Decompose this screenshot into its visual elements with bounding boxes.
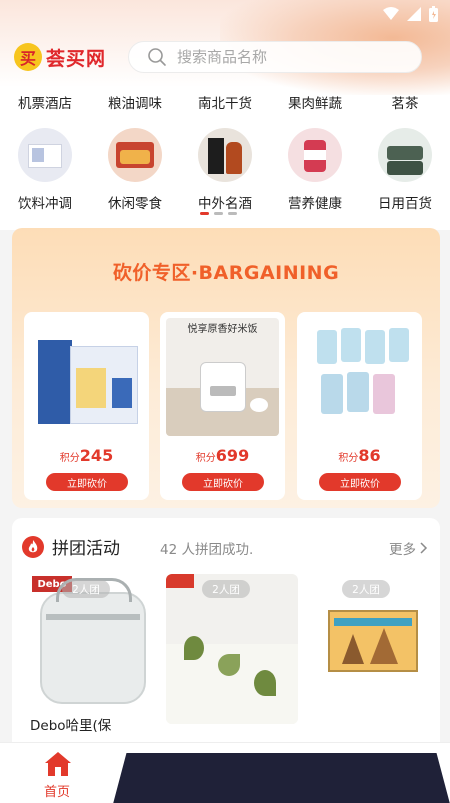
search-icon	[148, 48, 166, 66]
price-line: 积分699	[160, 446, 285, 465]
daily-goods-image	[378, 128, 432, 182]
category-label: 营养健康	[288, 196, 342, 212]
price-line: 积分86	[297, 446, 422, 465]
group-size-tag: 2人团	[202, 580, 250, 598]
beverages-image	[18, 128, 72, 182]
group-title: 拼团活动	[52, 539, 120, 559]
nav-overlay	[113, 753, 450, 803]
group-size-tag: 2人团	[62, 580, 110, 598]
group-item-name[interactable]: Debo哈里(保	[30, 714, 111, 734]
group-header: 拼团活动	[22, 534, 120, 559]
more-label: 更多	[389, 542, 416, 558]
drink-pouches-image	[303, 318, 416, 436]
group-size-tag: 2人团	[342, 580, 390, 598]
category-icon-row: 饮料冲调 休闲零食 中外名酒 营养健康 日用百货	[0, 128, 450, 212]
snacks-image	[108, 128, 162, 182]
points-label: 积分	[59, 453, 80, 464]
category-text-row: 机票酒店 粮油调味 南北干货 果肉鲜蔬 茗茶	[0, 92, 450, 112]
category-daily-goods[interactable]: 日用百货	[360, 128, 450, 212]
price-line: 积分245	[24, 446, 149, 465]
points-value: 245	[79, 446, 114, 465]
category-label: 休闲零食	[108, 196, 162, 212]
group-item-card[interactable]: 2人团	[306, 574, 438, 724]
category-tea[interactable]: 茗茶	[360, 92, 450, 112]
app-name: 荟买网	[46, 47, 107, 70]
more-link[interactable]: 更多	[389, 538, 428, 558]
group-item-card[interactable]: Debo 2人团	[26, 574, 158, 724]
category-liquor[interactable]: 中外名酒	[180, 128, 270, 212]
indicator-dot	[228, 212, 237, 215]
health-image	[288, 128, 342, 182]
fire-icon	[22, 535, 44, 558]
bargain-button[interactable]: 立即砍价	[46, 473, 128, 491]
milk-box-image	[30, 318, 143, 436]
category-flights-hotels[interactable]: 机票酒店	[0, 92, 90, 112]
bargain-button[interactable]: 立即砍价	[182, 473, 264, 491]
bargain-section: 砍价专区·BARGAINING 积分245 立即砍价 悦享原香好米饭 积分699…	[12, 228, 440, 508]
app-logo[interactable]: 买 荟买网	[14, 43, 106, 71]
category-label: 中外名酒	[198, 196, 252, 212]
bargain-button[interactable]: 立即砍价	[319, 473, 401, 491]
category-snacks[interactable]: 休闲零食	[90, 128, 180, 212]
category-dried-goods[interactable]: 南北干货	[180, 92, 270, 112]
indicator-dot	[214, 212, 223, 215]
category-label: 饮料冲调	[18, 196, 72, 212]
logo-badge: 买	[14, 43, 42, 71]
shop-badge	[166, 574, 194, 588]
liquor-image	[198, 128, 252, 182]
carousel-indicator	[200, 212, 237, 215]
category-label: 日用百货	[378, 196, 432, 212]
search-input[interactable]	[177, 48, 397, 66]
search-bar[interactable]	[128, 41, 422, 73]
group-item-card[interactable]: 2人团	[166, 574, 298, 724]
points-label: 积分	[338, 453, 359, 464]
product-banner-text: 悦享原香好米饭	[187, 324, 258, 335]
bargain-card[interactable]: 积分86 立即砍价	[297, 312, 422, 500]
category-fruit-veg[interactable]: 果肉鲜蔬	[270, 92, 360, 112]
battery-icon	[429, 6, 438, 22]
points-value: 86	[358, 446, 381, 465]
rice-cooker-image: 悦享原香好米饭	[166, 318, 279, 436]
group-success-count: 42 人拼团成功.	[160, 542, 254, 558]
bargain-card[interactable]: 悦享原香好米饭 积分699 立即砍价	[160, 312, 285, 500]
bargain-title: 砍价专区·BARGAINING	[112, 262, 340, 284]
bottom-nav: 首页	[0, 742, 450, 803]
indicator-dot-active	[200, 212, 209, 215]
category-health[interactable]: 营养健康	[270, 128, 360, 212]
home-icon	[45, 752, 71, 776]
category-grain-oil[interactable]: 粮油调味	[90, 92, 180, 112]
lunchbox-image	[40, 592, 146, 704]
category-beverages[interactable]: 饮料冲调	[0, 128, 90, 212]
signal-icon	[407, 7, 421, 21]
home-label: 首页	[44, 785, 71, 800]
status-bar	[0, 0, 450, 30]
chevron-right-icon	[420, 542, 428, 554]
points-value: 699	[215, 446, 250, 465]
wifi-icon	[383, 7, 399, 20]
bargain-card[interactable]: 积分245 立即砍价	[24, 312, 149, 500]
points-label: 积分	[195, 453, 216, 464]
